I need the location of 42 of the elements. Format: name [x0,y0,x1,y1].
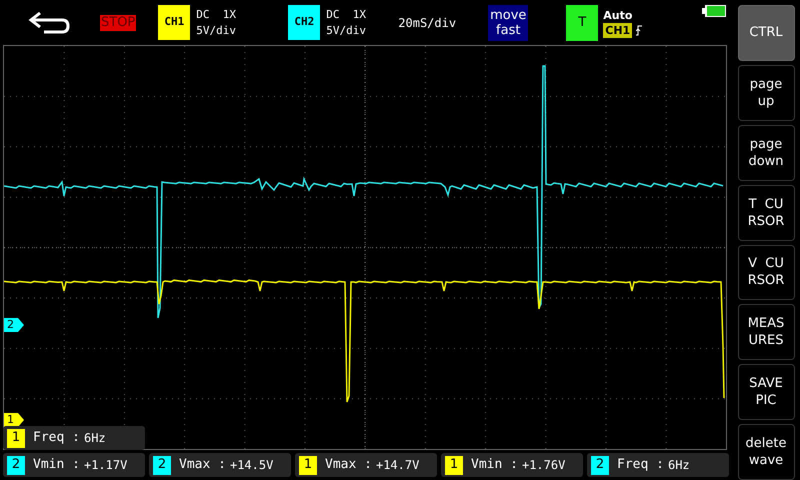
scale-label: 5V/div [196,22,238,38]
side-menu-button[interactable]: page down [738,124,794,181]
channel-badge: 2 [153,456,171,474]
channel-badge: 2 [7,456,25,474]
side-menu-button[interactable]: delete wave [738,424,794,480]
side-menu-button[interactable]: T CU RSOR [738,184,794,240]
channel-badge: 1 [299,456,317,474]
scale-label: 5V/div [326,22,368,38]
coupling-label: DC 1X [326,6,368,22]
trigger-mode-label: Auto [603,8,634,22]
measurement-label: Freq : [33,429,80,448]
measurement-value: +1.76V [522,457,566,474]
measurement-label: Vmax : [325,456,372,474]
trigger-source-label: CH1 [603,22,632,38]
battery-icon [702,5,726,17]
measurement-value: 6Hz [668,457,690,474]
channel-button[interactable]: CH1 [158,5,190,40]
rising-edge-icon [636,24,642,36]
measurement-label: Vmin : [471,456,518,474]
channel-badge: 1 [445,456,463,474]
channel-marker[interactable]: 1 [4,413,24,427]
timebase-label: 20mS/div [398,14,458,32]
side-menu-button[interactable]: page up [738,64,794,121]
side-menu-button[interactable]: SAVE PIC [738,364,794,420]
measurement-label: Freq : [617,456,664,474]
channel-badge: 2 [591,456,609,474]
side-menu-button[interactable]: V CU RSOR [738,244,794,300]
channel-marker[interactable]: 2 [4,318,24,332]
measurement-value: +14.7V [376,457,420,474]
channel-button[interactable]: CH2 [288,5,320,40]
side-menu-button[interactable]: CTRL [738,5,794,61]
measurement-value: 6Hz [84,430,106,447]
measurement-label: Vmin : [33,456,80,474]
side-menu-button[interactable]: MEAS URES [738,304,794,360]
channel-badge: 1 [7,428,25,448]
measurement-value: +14.5V [230,457,274,474]
coupling-label: DC 1X [196,6,238,22]
measurement-label: Vmax : [179,456,226,474]
move-mode-button[interactable]: move fast [488,4,528,40]
measurement-value: +1.17V [84,457,128,474]
back-arrow-icon[interactable] [28,10,72,36]
trigger-button[interactable]: T [566,4,598,40]
